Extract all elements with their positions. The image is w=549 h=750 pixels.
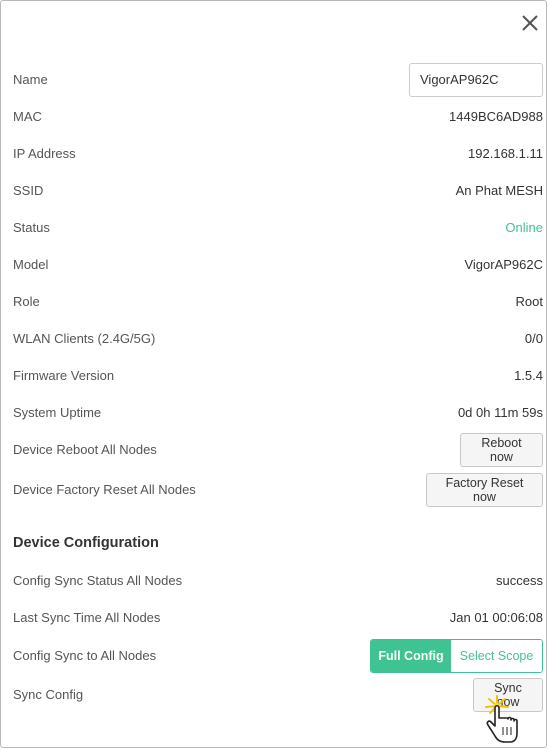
device-configuration-heading: Device Configuration	[13, 535, 159, 551]
status-value: Online	[505, 220, 543, 235]
row-name: Name	[13, 61, 543, 98]
reboot-label: Device Reboot All Nodes	[13, 442, 157, 457]
config-sync-to-label: Config Sync to All Nodes	[13, 648, 157, 663]
reboot-now-button[interactable]: Reboot now	[460, 432, 543, 467]
row-last-sync-time: Last Sync Time All Nodes Jan 01 00:06:08	[13, 599, 543, 636]
sync-now-button[interactable]: Sync now	[473, 677, 543, 712]
device-details-panel: Name MAC 1449BC6AD988 IP Address 192.168…	[0, 0, 547, 748]
status-label: Status	[13, 220, 50, 235]
row-firmware: Firmware Version 1.5.4	[13, 357, 543, 394]
wlan-clients-value: 0/0	[524, 331, 543, 346]
row-model: Model VigorAP962C	[13, 246, 543, 283]
factory-reset-label: Device Factory Reset All Nodes	[13, 482, 196, 497]
role-label: Role	[13, 294, 40, 309]
uptime-value: 0d 0h 11m 59s	[457, 405, 543, 420]
row-wlan-clients: WLAN Clients (2.4G/5G) 0/0	[13, 320, 543, 357]
sync-scope-toggle: Full Config Select Scope	[370, 638, 543, 673]
close-icon[interactable]	[517, 10, 543, 36]
full-config-option[interactable]: Full Config	[371, 639, 451, 672]
name-label: Name	[13, 72, 48, 87]
model-label: Model	[13, 257, 49, 272]
row-reboot: Device Reboot All Nodes Reboot now	[13, 431, 543, 468]
firmware-value: 1.5.4	[514, 368, 543, 383]
row-sync-config: Sync Config Sync now	[13, 676, 543, 713]
model-value: VigorAP962C	[464, 257, 543, 272]
row-uptime: System Uptime 0d 0h 11m 59s	[13, 394, 543, 431]
row-config-sync-status: Config Sync Status All Nodes success	[13, 562, 543, 599]
sync-config-label: Sync Config	[13, 687, 84, 702]
ip-value: 192.168.1.11	[468, 146, 543, 161]
wlan-clients-label: WLAN Clients (2.4G/5G)	[13, 331, 156, 346]
mac-value: 1449BC6AD988	[449, 109, 543, 124]
config-sync-status-value: success	[496, 573, 543, 588]
ip-label: IP Address	[13, 146, 76, 161]
role-value: Root	[515, 294, 543, 309]
row-mac: MAC 1449BC6AD988	[13, 98, 543, 135]
config-sync-status-label: Config Sync Status All Nodes	[13, 573, 183, 588]
row-config-sync-to: Config Sync to All Nodes Full Config Sel…	[13, 637, 543, 674]
firmware-label: Firmware Version	[13, 368, 115, 383]
last-sync-time-value: Jan 01 00:06:08	[449, 610, 543, 625]
mac-label: MAC	[13, 109, 42, 124]
name-input[interactable]	[409, 62, 543, 97]
ssid-label: SSID	[13, 183, 44, 198]
uptime-label: System Uptime	[13, 405, 102, 420]
row-role: Role Root	[13, 283, 543, 320]
row-ssid: SSID An Phat MESH	[13, 172, 543, 209]
select-scope-option[interactable]: Select Scope	[451, 639, 542, 672]
ssid-value: An Phat MESH	[455, 183, 543, 198]
row-ip: IP Address 192.168.1.11	[13, 135, 543, 172]
factory-reset-now-button[interactable]: Factory Reset now	[426, 472, 543, 507]
last-sync-time-label: Last Sync Time All Nodes	[13, 610, 161, 625]
row-status: Status Online	[13, 209, 543, 246]
row-factory-reset: Device Factory Reset All Nodes Factory R…	[13, 471, 543, 508]
